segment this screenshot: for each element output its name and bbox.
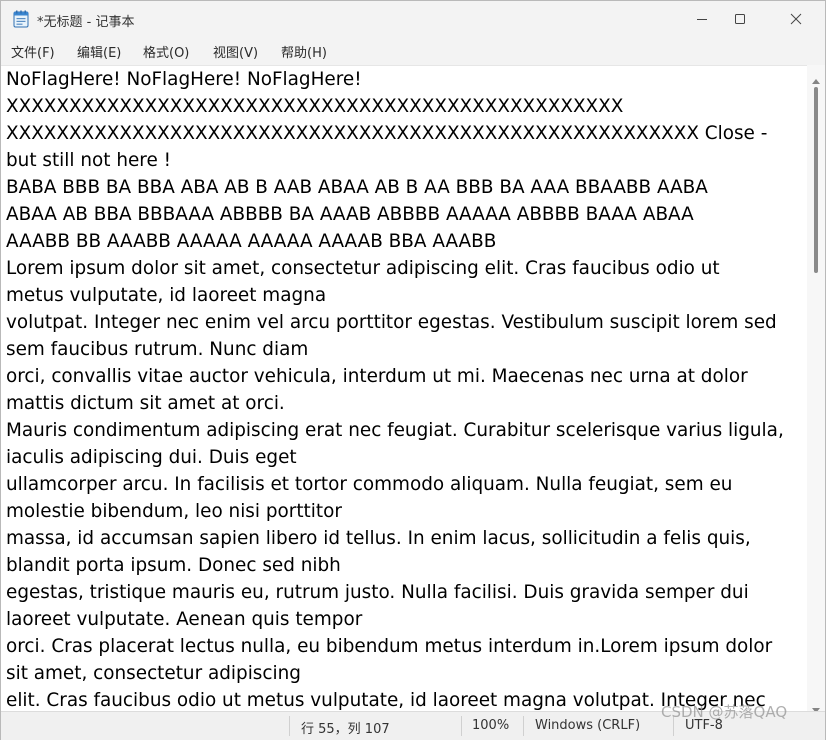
line-ending: Windows (CRLF) [535, 718, 641, 733]
vertical-scrollbar[interactable] [807, 65, 825, 713]
text-line[interactable]: metus vulputate, id laoreet magna [6, 282, 802, 309]
text-line[interactable]: egestas, tristique mauris eu, rutrum jus… [6, 579, 802, 606]
text-line[interactable]: orci. Cras placerat lectus nulla, eu bib… [6, 633, 802, 660]
text-line[interactable]: but still not here ! [6, 147, 802, 174]
text-line[interactable]: blandit porta ipsum. Donec sed nibh [6, 552, 802, 579]
text-line[interactable]: sem faucibus rutrum. Nunc diam [6, 336, 802, 363]
watermark-text: CSDN @苏落QAQ [661, 703, 788, 721]
text-line[interactable]: volutpat. Integer nec enim vel arcu port… [6, 309, 802, 336]
text-line[interactable]: ullamcorper arcu. In facilisis et tortor… [6, 471, 802, 498]
editor-text[interactable]: NoFlagHere! NoFlagHere! NoFlagHere! XXXXX… [6, 66, 802, 712]
close-icon [790, 13, 802, 25]
text-editor[interactable]: NoFlagHere! NoFlagHere! NoFlagHere! XXXXX… [1, 65, 807, 712]
text-line[interactable]: massa, id accumsan sapien libero id tell… [6, 525, 802, 552]
notepad-window: *无标题 - 记事本 文件(F) 编辑(E) 格式(O) 视图(V) 帮助(H)… [0, 0, 826, 740]
text-line[interactable]: Lorem ipsum dolor sit amet, consectetur … [6, 255, 802, 282]
scroll-up-icon[interactable] [812, 69, 820, 88]
menu-bar: 文件(F) 编辑(E) 格式(O) 视图(V) 帮助(H) [1, 37, 825, 65]
text-line[interactable]: Mauris condimentum adipiscing erat nec f… [6, 417, 802, 444]
notepad-app-icon [13, 10, 29, 28]
window-title: *无标题 - 记事本 [37, 15, 135, 30]
text-line[interactable]: molestie bibendum, leo nisi porttitor [6, 498, 802, 525]
minimize-icon [697, 19, 707, 20]
maximize-icon [735, 14, 745, 24]
text-line[interactable]: BABA BBB BA BBA ABA AB B AAB ABAA AB B A… [6, 174, 802, 201]
status-divider [289, 716, 290, 736]
menu-edit[interactable]: 编辑(E) [77, 42, 121, 61]
text-line[interactable]: XXXXXXXXXXXXXXXXXXXXXXXXXXXXXXXXXXXXXXXX… [6, 93, 802, 120]
text-line[interactable]: laoreet vulputate. Aenean quis tempor [6, 606, 802, 633]
text-line[interactable]: ABAA AB BBA BBBAAA ABBBB BA AAAB ABBBB A… [6, 201, 802, 228]
text-line[interactable]: sit amet, consectetur adipiscing [6, 660, 802, 687]
text-line[interactable]: iaculis adipiscing dui. Duis eget [6, 444, 802, 471]
status-divider [523, 716, 524, 736]
text-line[interactable]: orci, convallis vitae auctor vehicula, i… [6, 363, 802, 390]
menu-help[interactable]: 帮助(H) [281, 42, 327, 61]
maximize-button[interactable] [715, 1, 765, 37]
close-button[interactable] [771, 1, 821, 37]
scrollbar-thumb[interactable] [814, 87, 818, 273]
menu-file[interactable]: 文件(F) [11, 42, 55, 61]
text-line[interactable]: AAABB BB AAABB AAAAA AAAAA AAAAB BBA AAA… [6, 228, 802, 255]
text-line[interactable]: mattis dictum sit amet at orci. [6, 390, 802, 417]
zoom-level: 100% [472, 718, 510, 733]
menu-format[interactable]: 格式(O) [143, 42, 189, 61]
status-divider [461, 716, 462, 736]
cursor-position: 行 55，列 107 [301, 722, 390, 737]
title-bar[interactable]: *无标题 - 记事本 [1, 1, 825, 37]
text-line[interactable]: XXXXXXXXXXXXXXXXXXXXXXXXXXXXXXXXXXXXXXXX… [6, 120, 802, 147]
menu-view[interactable]: 视图(V) [213, 42, 258, 61]
text-line[interactable]: NoFlagHere! NoFlagHere! NoFlagHere! [6, 66, 802, 93]
